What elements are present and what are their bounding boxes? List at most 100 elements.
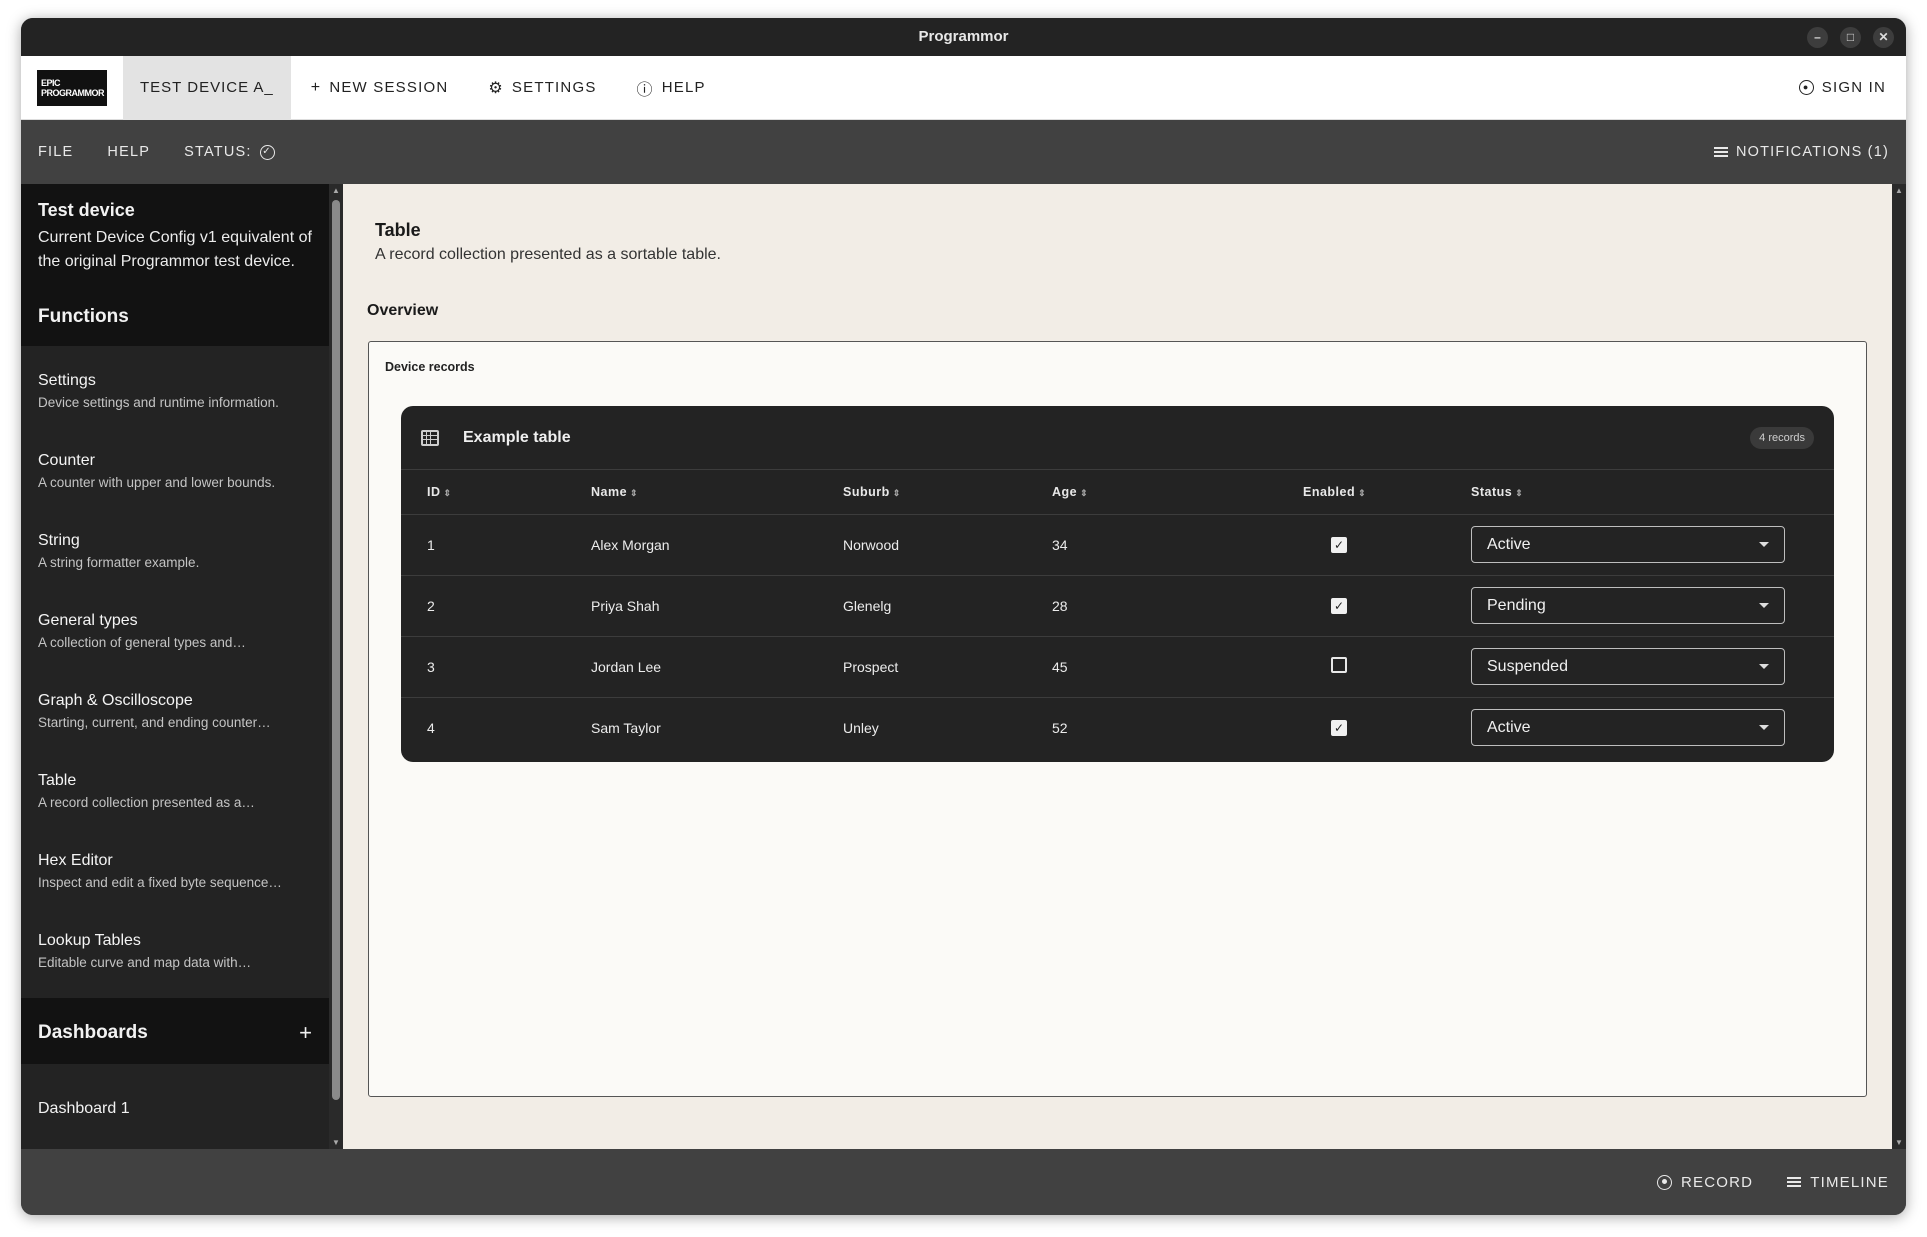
- dashboards-heading: Dashboards +: [21, 998, 329, 1064]
- cell-status: Suspended: [1471, 636, 1834, 698]
- sidebar-item-title: General types: [38, 612, 138, 629]
- sign-in-button[interactable]: ● SIGN IN: [1779, 56, 1906, 120]
- cell-age: 34: [1052, 514, 1303, 576]
- footer-bar: RECORD TIMELINE: [21, 1149, 1906, 1215]
- status-select[interactable]: Active: [1471, 709, 1785, 747]
- sidebar-item-desc: Starting, current, and ending counter…: [38, 715, 271, 730]
- minimize-icon[interactable]: –: [1807, 27, 1828, 48]
- cell-name: Priya Shah: [591, 575, 843, 637]
- sort-icon: ⇕: [1515, 487, 1524, 498]
- cell-status: Active: [1471, 514, 1834, 576]
- sidebar-item-desc: A collection of general types and…: [38, 635, 246, 650]
- help-menu[interactable]: HELP: [90, 120, 167, 184]
- enabled-checkbox[interactable]: ✓: [1331, 598, 1347, 614]
- record-button[interactable]: RECORD: [1640, 1174, 1770, 1191]
- column-header-status[interactable]: Status ⇕: [1471, 470, 1834, 515]
- settings-button[interactable]: ⚙ SETTINGS: [468, 56, 616, 120]
- app-logo: EPIC PROGRAMMOR: [37, 69, 107, 106]
- sidebar-item-general-types[interactable]: General types A collection of general ty…: [21, 598, 329, 678]
- timeline-label: TIMELINE: [1810, 1173, 1889, 1191]
- timeline-button[interactable]: TIMELINE: [1770, 1174, 1906, 1191]
- app-bar: EPIC PROGRAMMOR TEST DEVICE A_ + NEW SESS…: [21, 55, 1906, 120]
- sidebar-item-title: String: [38, 532, 80, 549]
- new-session-label: NEW SESSION: [329, 79, 449, 96]
- enabled-checkbox[interactable]: [1331, 657, 1347, 673]
- sidebar-item-string[interactable]: String A string formatter example.: [21, 518, 329, 598]
- table-header-row: ID ⇕ Name ⇕ Suburb ⇕ Age ⇕ Enabled ⇕ Status ⇕: [401, 470, 1834, 515]
- scroll-down-icon[interactable]: ▼: [1895, 1138, 1903, 1147]
- column-header-enabled[interactable]: Enabled ⇕: [1303, 470, 1471, 515]
- help-menu-label: HELP: [107, 144, 151, 160]
- add-dashboard-button[interactable]: +: [299, 1020, 312, 1046]
- record-label: RECORD: [1681, 1173, 1754, 1191]
- record-count-badge: 4 records: [1750, 426, 1814, 449]
- window-title: Programmor: [918, 28, 1009, 45]
- sidebar-item-desc: Inspect and edit a fixed byte sequence…: [38, 875, 282, 890]
- sidebar-item-settings[interactable]: Settings Device settings and runtime inf…: [21, 358, 329, 438]
- status-select[interactable]: Suspended: [1471, 648, 1785, 685]
- cell-name: Alex Morgan: [591, 514, 843, 576]
- device-title: Test device: [38, 200, 135, 220]
- column-header-age[interactable]: Age ⇕: [1052, 470, 1303, 515]
- sidebar-item-desc: A counter with upper and lower bounds.: [38, 475, 276, 490]
- enabled-checkbox[interactable]: ✓: [1331, 537, 1347, 553]
- example-table-card: Example table 4 records ID ⇕ Name ⇕ Suburb…: [401, 406, 1834, 762]
- functions-heading-label: Functions: [38, 306, 129, 327]
- status-indicator[interactable]: STATUS: ✓: [167, 120, 291, 184]
- column-header-suburb[interactable]: Suburb ⇕: [843, 470, 1052, 515]
- sidebar-scroll-thumb[interactable]: [332, 200, 340, 1100]
- file-menu[interactable]: FILE: [21, 120, 90, 184]
- cell-enabled: [1303, 636, 1471, 698]
- sidebar-item-dashboard-1[interactable]: Dashboard 1: [21, 1064, 329, 1118]
- sidebar-item-title: Lookup Tables: [38, 932, 141, 949]
- sidebar-item-desc: Device settings and runtime information.: [38, 395, 279, 410]
- sort-icon: ⇕: [1080, 487, 1089, 498]
- status-select-value: Suspended: [1487, 657, 1568, 675]
- enabled-checkbox[interactable]: ✓: [1331, 720, 1347, 737]
- scroll-up-icon[interactable]: ▲: [1895, 186, 1903, 195]
- main-scrollbar[interactable]: ▲ ▼: [1892, 184, 1906, 1149]
- sidebar-item-desc: A record collection presented as a…: [38, 795, 255, 810]
- sidebar-item-title: Graph & Oscilloscope: [38, 692, 193, 709]
- sidebar-item-lookup-tables[interactable]: Lookup Tables Editable curve and map dat…: [21, 918, 329, 998]
- sidebar: Test device Current Device Config v1 equ…: [21, 184, 329, 1149]
- scroll-up-icon[interactable]: ▲: [332, 186, 340, 195]
- status-select-value: Active: [1487, 535, 1531, 553]
- table-row: 2 Priya Shah Glenelg 28 ✓ Pending: [401, 575, 1834, 637]
- cell-age: 52: [1052, 719, 1068, 736]
- sidebar-item-graph-oscilloscope[interactable]: Graph & Oscilloscope Starting, current, …: [21, 678, 329, 758]
- sidebar-item-counter[interactable]: Counter A counter with upper and lower b…: [21, 438, 329, 518]
- notifications-button[interactable]: NOTIFICATIONS (1): [1697, 120, 1906, 184]
- menu-lines-icon: [1787, 1177, 1802, 1187]
- new-session-button[interactable]: + NEW SESSION: [291, 56, 469, 120]
- scroll-down-icon[interactable]: ▼: [332, 1138, 340, 1147]
- sidebar-scrollbar[interactable]: ▲ ▼: [329, 184, 343, 1149]
- plus-icon: +: [310, 78, 322, 96]
- table-grid-icon: [421, 429, 439, 446]
- table-row: 4 Sam Taylor Unley 52 ✓ Active: [401, 697, 1834, 758]
- sidebar-item-desc: A string formatter example.: [38, 555, 200, 570]
- dashboards-heading-label: Dashboards: [38, 1022, 148, 1043]
- column-header-id[interactable]: ID ⇕: [401, 470, 591, 515]
- user-circle-icon: ●: [1798, 80, 1814, 95]
- cell-id: 4: [427, 719, 435, 736]
- sidebar-item-table[interactable]: Table A record collection presented as a…: [21, 758, 329, 838]
- status-select[interactable]: Active: [1471, 526, 1785, 563]
- tab-test-device-label: TEST DEVICE A_: [140, 79, 274, 96]
- sidebar-item-hex-editor[interactable]: Hex Editor Inspect and edit a fixed byte…: [21, 838, 329, 918]
- maximize-icon[interactable]: □: [1840, 27, 1861, 48]
- close-icon[interactable]: ✕: [1873, 27, 1894, 48]
- tab-test-device[interactable]: TEST DEVICE A_: [123, 55, 291, 120]
- file-menu-label: FILE: [38, 144, 74, 160]
- functions-list: Settings Device settings and runtime inf…: [21, 346, 329, 998]
- page-subtitle: A record collection presented as a sorta…: [375, 246, 721, 263]
- sidebar-item-title: Settings: [38, 372, 96, 389]
- cell-name: Jordan Lee: [591, 636, 843, 698]
- help-label: HELP: [661, 79, 706, 96]
- sidebar-item-title: Table: [38, 772, 77, 789]
- column-header-name[interactable]: Name ⇕: [591, 470, 843, 515]
- status-select[interactable]: Pending: [1471, 587, 1785, 624]
- check-circle-icon: ✓: [259, 144, 275, 160]
- cell-age: 45: [1052, 636, 1303, 698]
- help-button[interactable]: ⓘ HELP: [617, 56, 726, 120]
